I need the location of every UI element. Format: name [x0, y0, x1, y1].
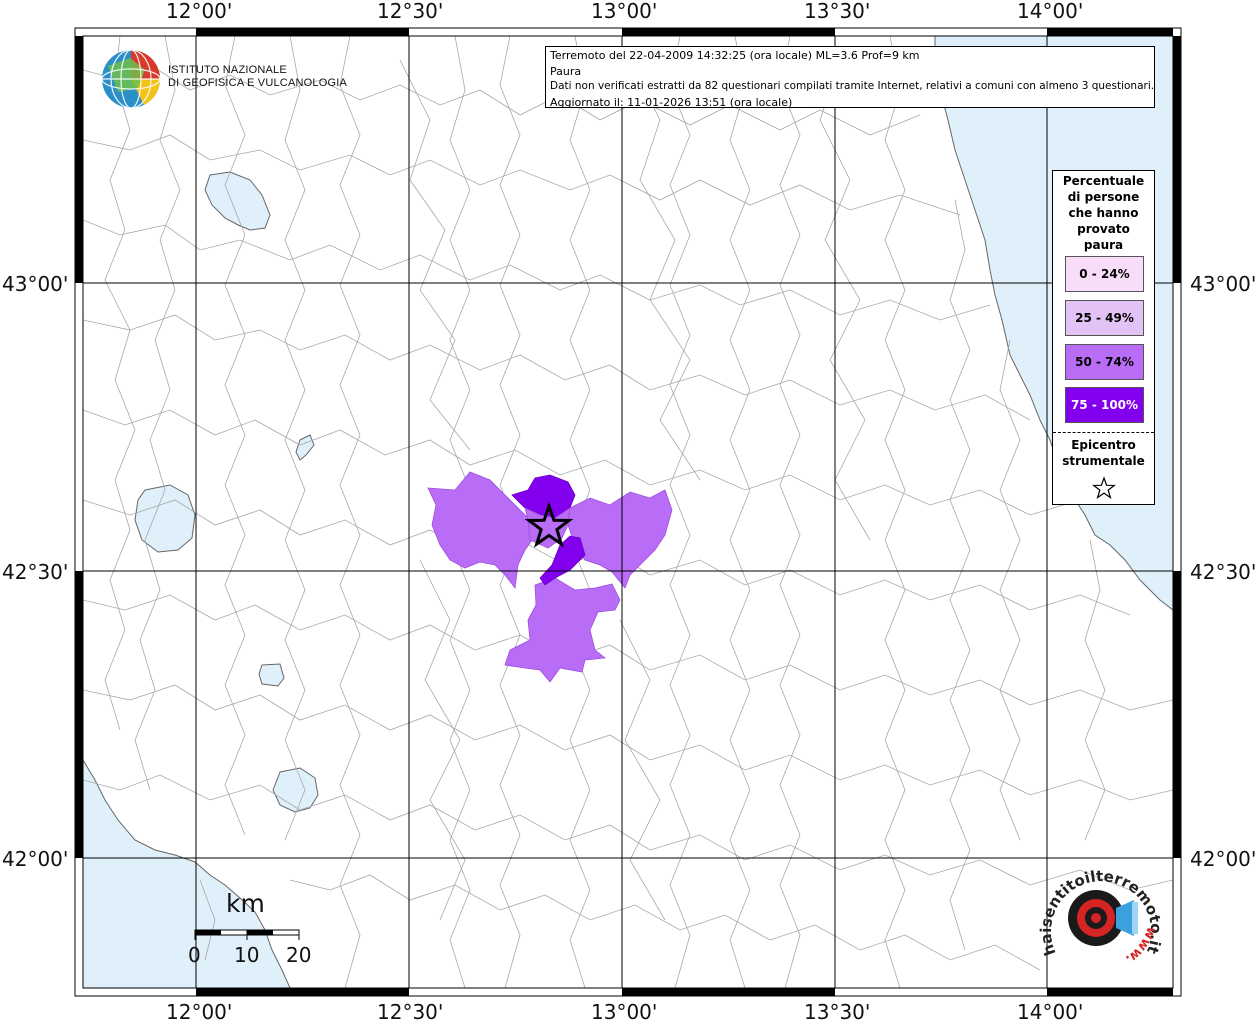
scale-tick-0: 0	[188, 943, 201, 967]
legend-swatch-0-24: 0 - 24%	[1065, 256, 1144, 292]
lat-label-right-1: 43°00'	[1190, 272, 1256, 296]
lat-label-right-2: 42°30'	[1190, 560, 1256, 584]
legend-epicenter-line1: Epicentro	[1071, 438, 1136, 452]
event-info-line1: Terremoto del 22-04-2009 14:32:25 (ora l…	[550, 49, 920, 62]
legend-swatch-75-100: 75 - 100%	[1065, 387, 1144, 423]
alarm-siren-icon	[1068, 890, 1138, 946]
lat-label-left-3: 42°00'	[2, 847, 69, 871]
lat-label-left-1: 43°00'	[2, 272, 69, 296]
lon-label-bottom-2: 12°30'	[377, 1000, 444, 1024]
legend-title-line2: di persone	[1067, 190, 1140, 204]
legend-swatch-25-49: 25 - 49%	[1065, 300, 1144, 336]
ingv-name-line2: DI GEOFISICA E VULCANOLOGIA	[168, 77, 347, 89]
event-info-box: Terremoto del 22-04-2009 14:32:25 (ora l…	[545, 46, 1155, 109]
lake-vico	[258, 663, 285, 687]
ingv-logo: ISTITUTO NAZIONALE DI GEOFISICA E VULCAN…	[100, 48, 347, 110]
ingv-name: ISTITUTO NAZIONALE DI GEOFISICA E VULCAN…	[168, 64, 347, 90]
legend-title: Percentuale di persone che hanno provato…	[1053, 173, 1154, 253]
legend-swatch-label: 0 - 24%	[1079, 267, 1130, 281]
event-info-line2: Paura	[550, 64, 582, 78]
hsi-logo-graphic: haisentitoilterremoto.it www.	[1037, 867, 1165, 967]
lon-label-top-2: 12°30'	[377, 0, 444, 23]
scale-unit-label: km	[226, 889, 265, 918]
lon-label-bottom-1: 12°00'	[166, 1000, 233, 1024]
lon-label-top-1: 12°00'	[166, 0, 233, 23]
legend-swatch-50-74: 50 - 74%	[1065, 344, 1144, 380]
lon-label-top-5: 14°00'	[1017, 0, 1084, 23]
legend-epicenter-title: Epicentro strumentale	[1053, 437, 1154, 469]
legend-epicenter-line2: strumentale	[1062, 454, 1145, 468]
lon-label-top-3: 13°00'	[591, 0, 658, 23]
legend: Percentuale di persone che hanno provato…	[1052, 170, 1155, 505]
legend-swatch-label: 75 - 100%	[1070, 398, 1139, 412]
event-info-line4: Aggiornato il: 11-01-2026 13:51 (ora loc…	[550, 95, 793, 109]
lake-bolsena	[134, 484, 196, 553]
legend-divider	[1053, 432, 1154, 433]
legend-title-line5: paura	[1083, 238, 1124, 252]
legend-title-line4: provato	[1077, 222, 1130, 236]
lon-label-bottom-5: 14°00'	[1017, 1000, 1084, 1024]
lon-label-bottom-4: 13°30'	[804, 1000, 871, 1024]
ingv-name-line1: ISTITUTO NAZIONALE	[168, 64, 287, 76]
star-outline-icon	[1092, 476, 1116, 499]
scale-tick-10: 10	[234, 943, 260, 967]
legend-title-line1: Percentuale	[1062, 174, 1145, 188]
lat-label-left-2: 42°30'	[2, 560, 69, 584]
scale-tick-20: 20	[286, 943, 312, 967]
globe-icon	[101, 49, 161, 109]
lon-label-bottom-3: 13°00'	[591, 1000, 658, 1024]
event-info-line3: Dati non verificati estratti da 82 quest…	[550, 80, 1155, 92]
lon-label-top-4: 13°30'	[804, 0, 871, 23]
lat-label-right-3: 42°00'	[1190, 847, 1256, 871]
legend-swatch-label: 50 - 74%	[1075, 355, 1134, 369]
legend-swatch-label: 25 - 49%	[1075, 311, 1134, 325]
legend-title-line3: che hanno	[1068, 206, 1139, 220]
hsi-logo[interactable]: haisentitoilterremoto.it www.	[1036, 858, 1176, 978]
